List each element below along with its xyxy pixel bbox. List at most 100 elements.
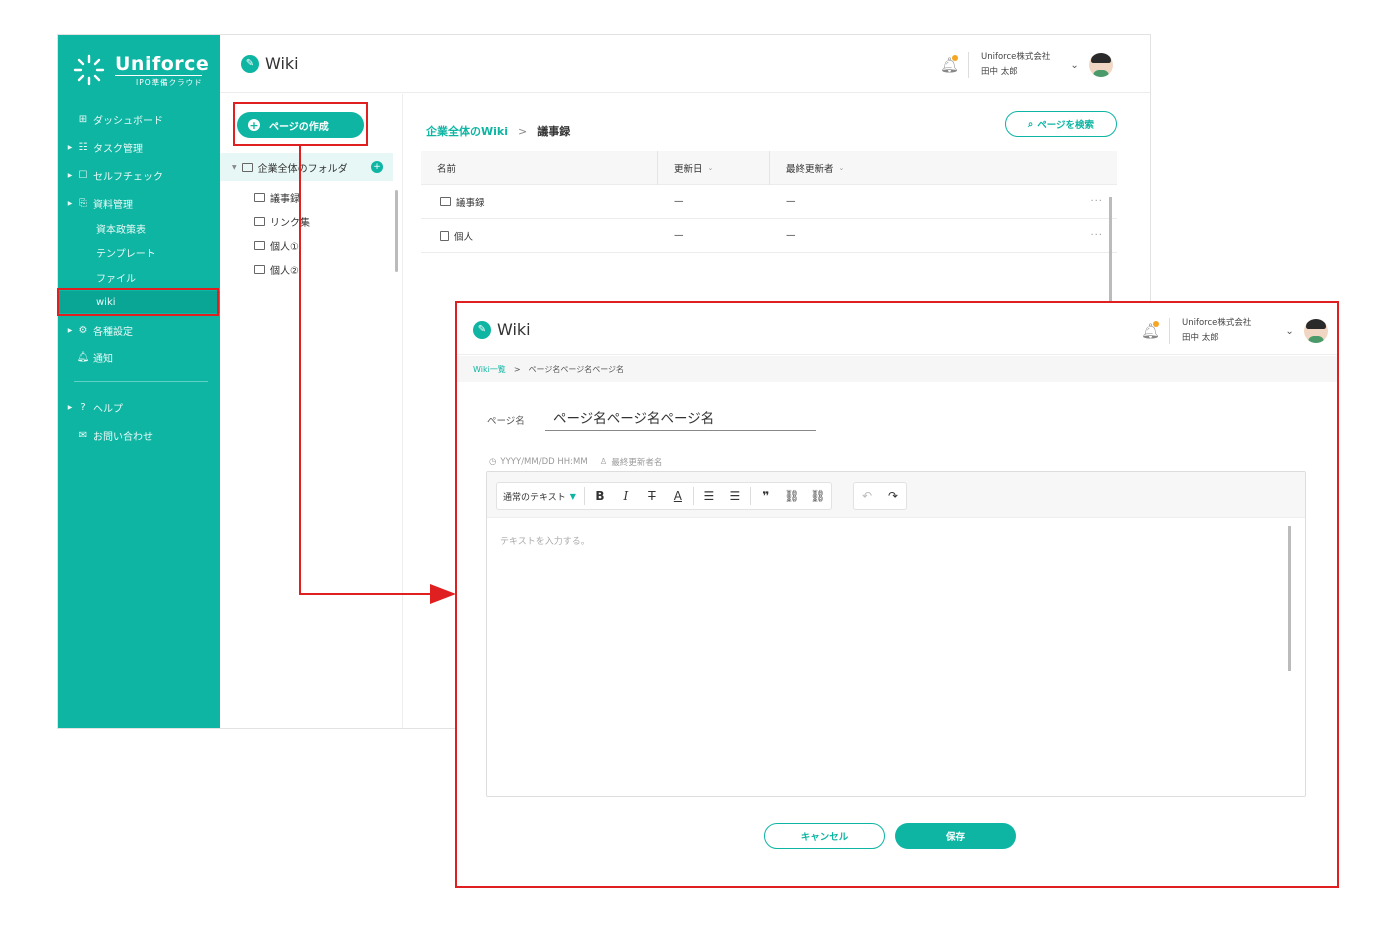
sidebar-item-documents[interactable]: ▶ ⎘ 資料管理 — [58, 192, 220, 214]
page-title: ✎ Wiki — [473, 320, 531, 339]
folder-icon — [254, 193, 265, 202]
quote-icon[interactable]: ❞ — [753, 482, 779, 510]
wiki-icon: ✎ — [473, 320, 491, 339]
notification-bell-icon[interactable]: 🔔︎ — [940, 55, 959, 74]
breadcrumb-current: ページ名ページ名ページ名 — [528, 364, 625, 374]
editor-toolbar: 通常のテキスト ▼ B I T A ☰ ☰ ❞ ⛓ ⛓ ↶ ↷ — [487, 472, 1305, 518]
editor-body[interactable]: テキストを入力する。 — [500, 534, 590, 547]
sidebar-item-capital-policy[interactable]: 資本政策表 — [58, 217, 220, 239]
clock-icon: ◷ — [489, 457, 497, 467]
breadcrumb: 企業全体のWiki > 議事録 — [426, 123, 571, 139]
document-icon: ⎘ — [79, 197, 87, 209]
sidebar-item-settings[interactable]: ▶ ⚙ 各種設定 — [58, 319, 220, 341]
logo: Uniforce IPO準備クラウド — [72, 53, 212, 93]
annotation-arrow-head-icon — [430, 584, 456, 604]
text-style-select[interactable]: 通常のテキスト ▼ — [497, 482, 582, 510]
sidebar-item-dashboard[interactable]: ⊞ ダッシュボード — [58, 108, 220, 130]
redo-icon[interactable]: ↷ — [880, 482, 906, 510]
tree-folder[interactable]: 個人① — [254, 238, 299, 253]
brand-tagline: IPO準備クラウド — [136, 78, 203, 87]
avatar[interactable] — [1303, 319, 1328, 343]
bold-icon[interactable]: B — [587, 482, 613, 510]
caret-right-icon: ▶ — [67, 403, 73, 411]
task-icon: ☷ — [78, 141, 88, 153]
brand-name: Uniforce — [115, 53, 210, 75]
tree-root-folder[interactable]: ▼ 企業全体のフォルダ + — [220, 153, 393, 181]
notification-bell-icon[interactable]: 🔔︎ — [1141, 321, 1160, 340]
highlight-wiki-menu — [57, 288, 219, 316]
cancel-button[interactable]: キャンセル — [764, 823, 885, 849]
avatar[interactable] — [1088, 53, 1113, 77]
check-icon: ☐ — [78, 169, 88, 181]
unlink-icon[interactable]: ⛓ — [805, 482, 831, 510]
font-color-icon[interactable]: A — [665, 482, 691, 510]
strikethrough-icon[interactable]: T — [639, 482, 665, 510]
italic-icon[interactable]: I — [613, 482, 639, 510]
annotation-arrow-line — [299, 146, 301, 595]
breadcrumb-current: 議事録 — [537, 125, 571, 138]
caret-right-icon: ▶ — [67, 143, 73, 151]
folder-icon — [440, 197, 451, 206]
breadcrumb-link[interactable]: Wiki一覧 — [473, 364, 506, 375]
search-page-button[interactable]: ⌕ ページを検索 — [1005, 111, 1117, 137]
editor-scrollbar[interactable] — [1288, 526, 1291, 671]
sidebar-item-tasks[interactable]: ▶ ☷ タスク管理 — [58, 136, 220, 158]
table-row[interactable]: 個人 — — ··· — [421, 219, 1117, 253]
format-group: 通常のテキスト ▼ B I T A ☰ ☰ ❞ ⛓ ⛓ — [496, 482, 832, 510]
highlight-create-button — [233, 102, 368, 146]
sidebar-item-notifications[interactable]: 🔔︎ 通知 — [58, 346, 220, 368]
user-name: 田中 太郎 — [1182, 333, 1219, 343]
user-area: 🔔︎ Uniforce株式会社 田中 太郎 ⌄ — [940, 50, 1113, 80]
annotation-arrow-line — [299, 593, 433, 595]
notification-dot — [952, 55, 958, 61]
chevron-down-icon[interactable]: ⌄ — [1285, 326, 1293, 337]
chevron-down-icon[interactable]: ⌄ — [1070, 60, 1078, 71]
page-title: ✎ Wiki — [241, 54, 299, 73]
folder-icon — [254, 265, 265, 274]
sidebar-item-contact[interactable]: ✉ お問い合わせ — [58, 424, 220, 446]
page-name-input[interactable] — [545, 403, 816, 431]
add-folder-button[interactable]: + — [371, 161, 383, 173]
uniforce-logo-icon — [73, 54, 105, 86]
user-name: 田中 太郎 — [981, 67, 1018, 77]
column-name[interactable]: 名前 — [437, 161, 456, 175]
sidebar-item-selfcheck[interactable]: ▶ ☐ セルフチェック — [58, 164, 220, 186]
numbered-list-icon[interactable]: ☰ — [696, 482, 722, 510]
save-button[interactable]: 保存 — [895, 823, 1016, 849]
breadcrumb: Wiki一覧 > ページ名ページ名ページ名 — [457, 356, 1337, 382]
search-icon: ⌕ — [1027, 118, 1034, 130]
tree-scrollbar[interactable] — [395, 190, 398, 272]
mail-icon: ✉ — [78, 429, 88, 441]
company-name: Uniforce株式会社 — [981, 52, 1051, 62]
page-name-label: ページ名 — [487, 416, 525, 427]
wiki-icon: ✎ — [241, 54, 259, 73]
tree-folder[interactable]: 個人② — [254, 262, 299, 277]
sort-icon: ⌄ — [838, 163, 845, 172]
table-header: 名前 更新日 ⌄ 最終更新者 ⌄ — [421, 151, 1117, 185]
more-options-icon[interactable]: ··· — [1090, 196, 1103, 207]
sidebar-item-templates[interactable]: テンプレート — [58, 241, 220, 263]
link-icon[interactable]: ⛓ — [779, 482, 805, 510]
caret-right-icon: ▶ — [67, 326, 73, 334]
table-scrollbar[interactable] — [1109, 197, 1112, 317]
table-row[interactable]: 議事録 — — ··· — [421, 185, 1117, 219]
sidebar: Uniforce IPO準備クラウド ⊞ ダッシュボード ▶ ☷ タスク管理 ▶ ☐… — [58, 35, 220, 728]
undo-icon[interactable]: ↶ — [854, 482, 880, 510]
user-icon: ♙ — [599, 457, 608, 467]
grid-icon: ⊞ — [78, 113, 88, 125]
column-updated[interactable]: 更新日 ⌄ — [674, 161, 713, 175]
tree-folder[interactable]: 議事録 — [254, 190, 300, 205]
bullet-list-icon[interactable]: ☰ — [722, 482, 748, 510]
tree-folder[interactable]: リンク集 — [254, 214, 310, 229]
user-area: 🔔︎ Uniforce株式会社 田中 太郎 ⌄ — [1141, 316, 1328, 346]
caret-down-icon: ▼ — [232, 163, 237, 171]
sidebar-item-help[interactable]: ▶? ヘルプ — [58, 396, 220, 418]
more-options-icon[interactable]: ··· — [1090, 230, 1103, 241]
page-table: 名前 更新日 ⌄ 最終更新者 ⌄ 議事録 — — ··· 個人 — — ··· — [421, 151, 1117, 253]
column-last-editor[interactable]: 最終更新者 ⌄ — [786, 161, 844, 175]
notification-dot — [1153, 321, 1159, 327]
breadcrumb-link[interactable]: 企業全体のWiki — [426, 123, 508, 139]
sidebar-item-files[interactable]: ファイル — [58, 266, 220, 288]
caret-right-icon: ▶ — [67, 199, 73, 207]
app-header: ✎ Wiki 🔔︎ Uniforce株式会社 田中 太郎 ⌄ — [220, 35, 1150, 93]
